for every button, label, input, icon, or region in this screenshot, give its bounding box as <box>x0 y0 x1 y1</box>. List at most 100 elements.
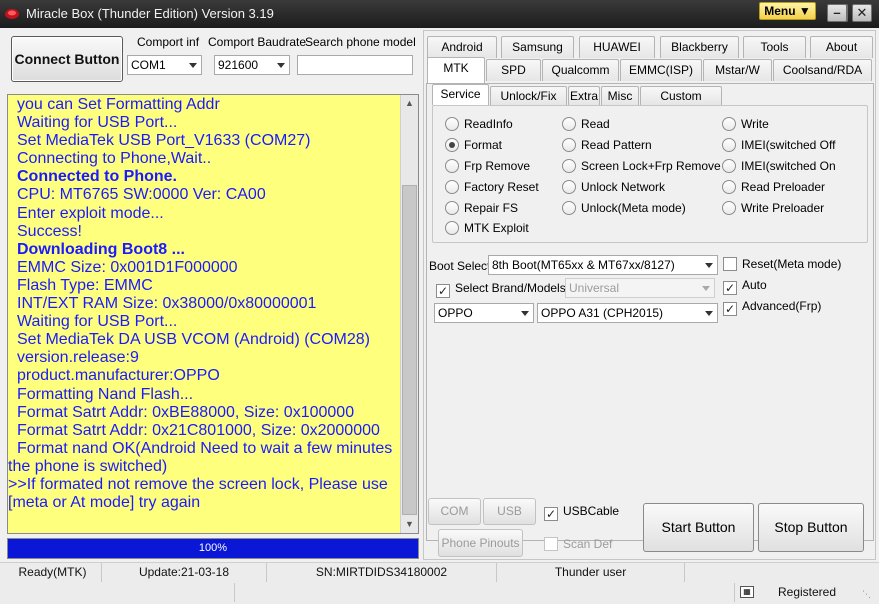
radio-circle <box>445 159 459 173</box>
radio-circle <box>722 180 736 194</box>
log-lines: you can Set Formatting Addr Waiting for U… <box>8 95 400 512</box>
menu-button[interactable]: Menu ▼ <box>759 2 816 20</box>
radio-repair-fs[interactable]: Repair FS <box>445 201 518 215</box>
status-bar: Ready(MTK) Update:21-03-18 SN:MIRTDIDS34… <box>0 562 879 604</box>
log-line: INT/EXT RAM Size: 0x38000/0x80000001 <box>17 295 317 313</box>
radio-write[interactable]: Write <box>722 117 769 131</box>
baudrate-select[interactable]: 921600 <box>214 55 290 75</box>
subtab-unlock-fix[interactable]: Unlock/Fix <box>490 86 567 105</box>
tab-tools[interactable]: Tools <box>743 36 806 58</box>
radio-label: Screen Lock+Frp Remove <box>581 159 721 173</box>
radio-factory-reset[interactable]: Factory Reset <box>445 180 539 194</box>
radio-circle <box>562 180 576 194</box>
advanced-frp-checkbox[interactable]: ✓ Advanced(Frp) <box>723 299 821 316</box>
select-brand-models-checkbox[interactable]: ✓ Select Brand/Models <box>436 281 566 298</box>
log-line: >>If formated not remove the screen lock… <box>8 475 388 493</box>
auto-checkbox[interactable]: ✓ Auto <box>723 278 767 295</box>
minimize-icon-button[interactable]: – <box>827 4 847 22</box>
radio-label: Read Pattern <box>581 138 652 152</box>
radio-unlock-network[interactable]: Unlock Network <box>562 180 665 194</box>
tab-android[interactable]: Android <box>427 36 497 58</box>
log-line: Format Satrt Addr: 0xBE88000, Size: 0x10… <box>17 403 355 421</box>
status-empty-1 <box>2 583 235 602</box>
log-line: CPU: MT6765 SW:0000 Ver: CA00 <box>17 186 266 204</box>
subtab-service[interactable]: Service <box>432 84 489 105</box>
resize-grip-icon[interactable]: ⋱ <box>862 589 871 600</box>
radio-label: ReadInfo <box>464 117 513 131</box>
window-title: Miracle Box (Thunder Edition) Version 3.… <box>26 6 274 21</box>
chevron-down-icon <box>705 311 713 316</box>
radio-circle <box>722 201 736 215</box>
radio-circle <box>445 180 459 194</box>
tab-coolsand-rda[interactable]: Coolsand/RDA <box>773 59 872 81</box>
phone-pinouts-button[interactable]: Phone Pinouts <box>438 529 523 557</box>
log-line: Connecting to Phone,Wait.. <box>17 150 212 168</box>
checkmark-icon: ✓ <box>723 302 737 316</box>
usb-scan-button[interactable]: USB Scan <box>483 498 536 543</box>
radio-label: Read Preloader <box>741 180 826 194</box>
search-model-input[interactable] <box>297 55 413 75</box>
app-logo-icon <box>5 9 19 19</box>
scan-def-checkbox[interactable]: Scan Def <box>544 537 612 551</box>
radio-frp-remove[interactable]: Frp Remove <box>445 159 530 173</box>
radio-format[interactable]: Format <box>445 138 502 152</box>
radio-imei-off[interactable]: IMEI(switched Off <box>722 138 835 152</box>
radio-unlock-meta[interactable]: Unlock(Meta mode) <box>562 201 686 215</box>
chevron-down-icon <box>705 263 713 268</box>
brand-select[interactable]: OPPO <box>434 303 534 323</box>
checkbox-box <box>723 257 737 271</box>
scroll-thumb[interactable] <box>402 185 417 515</box>
reset-meta-checkbox[interactable]: Reset(Meta mode) <box>723 257 841 271</box>
radio-circle <box>445 201 459 215</box>
comport-select[interactable]: COM1 <box>127 55 202 75</box>
radio-label: Unlock(Meta mode) <box>581 201 686 215</box>
connection-panel: Connect Button Comport inf COM1 Comport … <box>4 30 418 90</box>
radio-mtk-exploit[interactable]: MTK Exploit <box>445 221 529 235</box>
status-sn: SN:MIRTDIDS34180002 <box>267 563 497 582</box>
tab-blackberry[interactable]: Blackberry <box>660 36 739 58</box>
radio-screen-lock-frp[interactable]: Screen Lock+Frp Remove <box>562 159 721 173</box>
radio-circle <box>562 117 576 131</box>
log-line: you can Set Formatting Addr <box>17 96 220 113</box>
tab-huawei[interactable]: HUAWEI <box>579 36 655 58</box>
log-line: Set MediaTek DA USB VCOM (Android) (COM2… <box>17 331 370 349</box>
comport-label: Comport inf <box>137 35 200 49</box>
log-output[interactable]: you can Set Formatting Addr Waiting for U… <box>7 94 419 534</box>
scroll-up-icon[interactable]: ▲ <box>401 95 418 112</box>
radio-read-pattern[interactable]: Read Pattern <box>562 138 652 152</box>
tab-about[interactable]: About <box>810 36 873 58</box>
radio-imei-on[interactable]: IMEI(switched On <box>722 159 836 173</box>
radio-write-preloader[interactable]: Write Preloader <box>722 201 824 215</box>
universal-select[interactable]: Universal <box>565 278 715 298</box>
log-scrollbar[interactable]: ▲ ▼ <box>400 95 418 533</box>
tab-spd[interactable]: SPD <box>486 59 541 81</box>
tab-mtk[interactable]: MTK <box>427 57 485 84</box>
scroll-down-icon[interactable]: ▼ <box>401 516 418 533</box>
status-user: Thunder user <box>497 563 685 582</box>
usb-cable-checkbox[interactable]: ✓ USBCable <box>544 504 619 521</box>
stop-button[interactable]: Stop Button <box>758 503 864 552</box>
tab-mstar[interactable]: Mstar/W <box>703 59 772 81</box>
baudrate-label: Comport Baudrate <box>208 35 307 49</box>
com-scan-button[interactable]: COM Scan <box>428 498 481 543</box>
radio-read[interactable]: Read <box>562 117 610 131</box>
model-select[interactable]: OPPO A31 (CPH2015) <box>537 303 718 323</box>
checkbox-label: Reset(Meta mode) <box>742 257 842 271</box>
radio-circle <box>562 159 576 173</box>
subtab-custom-setting[interactable]: Custom Setting <box>640 86 722 121</box>
status-state: Ready(MTK) <box>4 563 102 582</box>
comport-value: COM1 <box>131 58 166 72</box>
radio-label: Read <box>581 117 610 131</box>
radio-circle <box>722 138 736 152</box>
boot-select[interactable]: 8th Boot(MT65xx & MT67xx/8127) <box>488 255 718 275</box>
tab-samsung[interactable]: Samsung <box>501 36 574 58</box>
radio-read-preloader[interactable]: Read Preloader <box>722 180 825 194</box>
start-button[interactable]: Start Button <box>643 503 754 552</box>
tab-emmc-isp[interactable]: EMMC(ISP) <box>620 59 702 81</box>
tab-qualcomm[interactable]: Qualcomm <box>542 59 619 81</box>
close-button[interactable]: ✕ <box>852 4 872 22</box>
connect-button[interactable]: Connect Button <box>11 36 123 82</box>
subtab-misc[interactable]: Misc <box>601 86 639 105</box>
radio-readinfo[interactable]: ReadInfo <box>445 117 513 131</box>
subtab-extra[interactable]: Extra <box>568 86 600 105</box>
